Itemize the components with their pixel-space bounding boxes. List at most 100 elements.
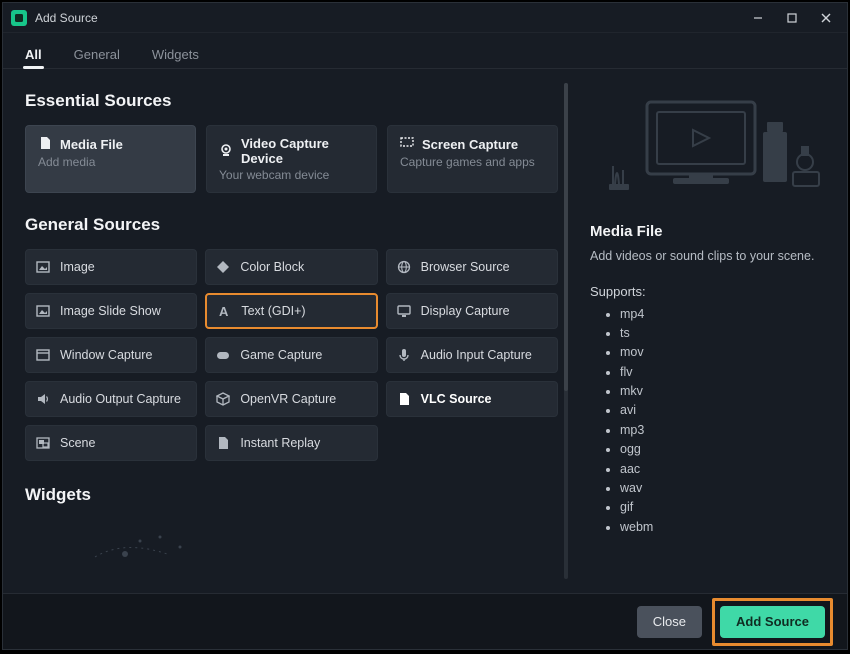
source-card-label: Audio Input Capture (421, 348, 532, 362)
essential-card-subtitle: Your webcam device (219, 168, 364, 182)
window-controls (745, 7, 839, 29)
image-icon (36, 304, 50, 318)
side-title: Media File (590, 223, 829, 240)
mic-icon (397, 348, 411, 362)
source-card-audio-output-capture[interactable]: Audio Output Capture (25, 381, 197, 417)
essential-card-video-capture-device[interactable]: Video Capture Device Your webcam device (206, 125, 377, 193)
tab-label: Widgets (152, 47, 199, 62)
file-icon (397, 392, 411, 406)
source-card-label: Scene (60, 436, 95, 450)
source-card-audio-input-capture[interactable]: Audio Input Capture (386, 337, 558, 373)
side-supports-label: Supports: (590, 284, 829, 299)
essential-card-screen-capture[interactable]: Screen Capture Capture games and apps (387, 125, 558, 193)
source-card-label: OpenVR Capture (240, 392, 336, 406)
tab-all[interactable]: All (23, 41, 44, 68)
source-card-label: VLC Source (421, 392, 492, 406)
monitor-icon (397, 304, 411, 318)
cube-icon (216, 392, 230, 406)
gamepad-icon (216, 348, 230, 362)
scrollbar-thumb[interactable] (564, 83, 568, 391)
format-item: mp4 (620, 305, 829, 324)
add-source-window: Add Source All General Widgets Essential S… (2, 2, 848, 650)
source-card-image[interactable]: Image (25, 249, 197, 285)
tab-label: All (25, 47, 42, 62)
side-description: Add videos or sound clips to your scene. (590, 248, 829, 266)
essential-card-subtitle: Add media (38, 155, 183, 169)
essential-card-title: Screen Capture (422, 137, 518, 152)
scene-icon (36, 436, 50, 450)
source-card-color-block[interactable]: Color Block (205, 249, 377, 285)
source-card-openvr-capture[interactable]: OpenVR Capture (205, 381, 377, 417)
format-item: webm (620, 518, 829, 537)
format-item: mkv (620, 382, 829, 401)
essential-card-subtitle: Capture games and apps (400, 155, 545, 169)
screen-icon (400, 136, 414, 153)
format-item: ts (620, 324, 829, 343)
format-item: avi (620, 401, 829, 420)
tab-label: General (74, 47, 120, 62)
webcam-icon (219, 143, 233, 160)
source-card-browser-source[interactable]: Browser Source (386, 249, 558, 285)
add-source-button[interactable]: Add Source (720, 606, 825, 638)
essential-card-title: Video Capture Device (241, 136, 364, 166)
color-block-icon (216, 260, 230, 274)
format-item: ogg (620, 440, 829, 459)
globe-icon (397, 260, 411, 274)
section-title-general: General Sources (25, 215, 558, 235)
source-card-label: Audio Output Capture (60, 392, 181, 406)
maximize-button[interactable] (779, 7, 805, 29)
file-icon (216, 436, 230, 450)
general-sources-grid: Image Color Block Browser Source Image S… (25, 249, 558, 461)
source-card-window-capture[interactable]: Window Capture (25, 337, 197, 373)
essential-sources-row: Media File Add media Video Capture Devic… (25, 125, 558, 193)
scrollbar[interactable] (564, 83, 568, 579)
source-card-display-capture[interactable]: Display Capture (386, 293, 558, 329)
tab-general[interactable]: General (72, 41, 122, 68)
essential-card-media-file[interactable]: Media File Add media (25, 125, 196, 193)
format-item: flv (620, 363, 829, 382)
side-illustration (590, 87, 829, 217)
source-card-label: Browser Source (421, 260, 510, 274)
source-card-label: Text (GDI+) (241, 304, 305, 318)
side-panel: Media File Add videos or sound clips to … (572, 69, 847, 593)
window-icon (36, 348, 50, 362)
main-panel: Essential Sources Media File Add media V… (3, 69, 572, 593)
format-item: wav (620, 479, 829, 498)
source-card-label: Image Slide Show (60, 304, 161, 318)
text-icon (217, 304, 231, 318)
titlebar: Add Source (3, 3, 847, 33)
source-card-scene[interactable]: Scene (25, 425, 197, 461)
essential-card-title: Media File (60, 137, 123, 152)
source-card-label: Image (60, 260, 95, 274)
tab-bar: All General Widgets (3, 33, 847, 69)
section-title-essential: Essential Sources (25, 91, 558, 111)
format-item: gif (620, 498, 829, 517)
formats-list: mp4tsmovflvmkvavimp3oggaacwavgifwebm (590, 305, 829, 538)
source-card-label: Display Capture (421, 304, 510, 318)
widgets-decorative-area (25, 519, 558, 559)
close-button[interactable] (813, 7, 839, 29)
source-card-instant-replay[interactable]: Instant Replay (205, 425, 377, 461)
window-title: Add Source (35, 11, 745, 25)
section-title-widgets: Widgets (25, 485, 558, 505)
source-card-image-slide-show[interactable]: Image Slide Show (25, 293, 197, 329)
source-card-label: Instant Replay (240, 436, 320, 450)
add-source-highlight: Add Source (712, 598, 833, 646)
file-icon (38, 136, 52, 153)
format-item: mp3 (620, 421, 829, 440)
tab-widgets[interactable]: Widgets (150, 41, 201, 68)
image-icon (36, 260, 50, 274)
close-dialog-button[interactable]: Close (637, 606, 702, 638)
source-card-game-capture[interactable]: Game Capture (205, 337, 377, 373)
app-logo-icon (11, 10, 27, 26)
speaker-icon (36, 392, 50, 406)
source-card-vlc-source[interactable]: VLC Source (386, 381, 558, 417)
source-card-text-gdi-[interactable]: Text (GDI+) (205, 293, 377, 329)
source-card-label: Color Block (240, 260, 304, 274)
minimize-button[interactable] (745, 7, 771, 29)
format-item: mov (620, 343, 829, 362)
source-card-label: Window Capture (60, 348, 152, 362)
format-item: aac (620, 460, 829, 479)
source-card-label: Game Capture (240, 348, 322, 362)
footer: Close Add Source (3, 593, 847, 649)
